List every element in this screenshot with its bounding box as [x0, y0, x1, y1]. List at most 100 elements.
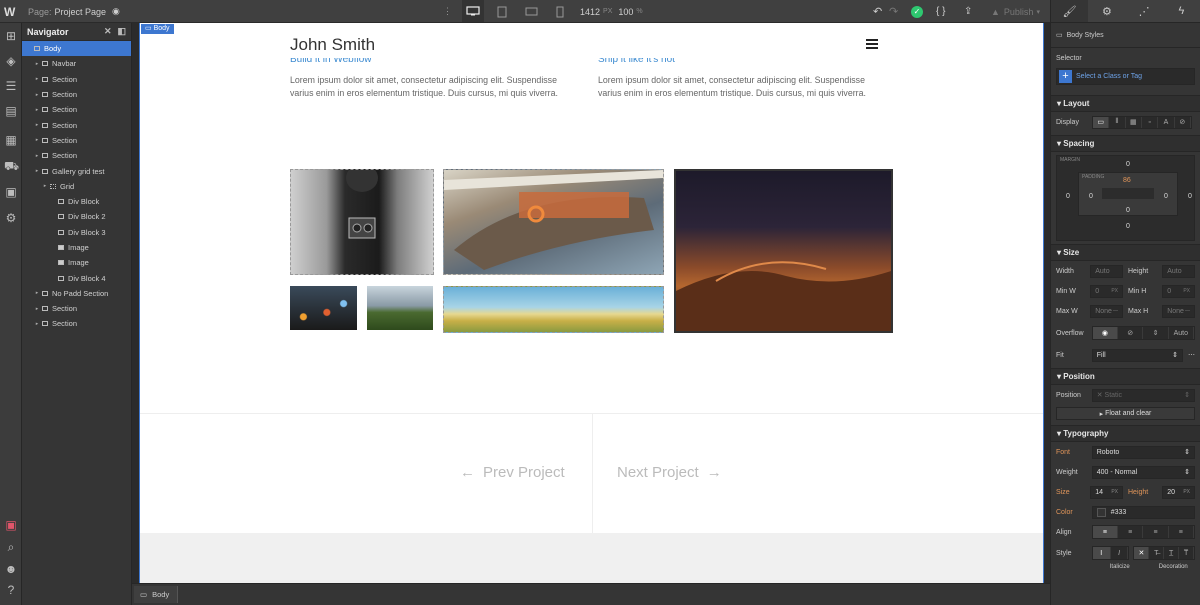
italic-segmented[interactable]: I I	[1091, 546, 1130, 560]
decoration-segmented[interactable]: ✕ T̶ T̲ T̅	[1133, 546, 1196, 560]
layout-section-header[interactable]: ▾ Layout	[1051, 95, 1200, 112]
color-swatch[interactable]	[1096, 507, 1106, 517]
undo-icon[interactable]: ↶	[873, 0, 882, 23]
display-inline-block-icon[interactable]: ▫	[1142, 116, 1159, 128]
size-section-header[interactable]: ▾ Size	[1051, 244, 1200, 261]
navigator-item[interactable]: ▸ No Padd Section	[22, 286, 131, 301]
expand-caret-icon[interactable]: ▸	[42, 183, 48, 189]
margin-bottom[interactable]: 0	[1126, 223, 1130, 230]
gallery-image-bokeh[interactable]	[290, 286, 357, 330]
prev-project-link[interactable]: ← Prev Project	[460, 464, 565, 481]
position-section-header[interactable]: ▾ Position	[1051, 368, 1200, 385]
hamburger-menu-icon[interactable]	[866, 39, 878, 49]
navigator-item[interactable]: ▸ Section	[22, 301, 131, 316]
maxw-input[interactable]: None —	[1090, 304, 1123, 318]
selector-input[interactable]: + Select a Class or Tag	[1056, 68, 1195, 85]
pin-icon[interactable]: ✕	[104, 26, 112, 37]
users-icon[interactable]: ☻	[4, 562, 18, 576]
navigator-item[interactable]: Body	[22, 41, 131, 57]
publish-button[interactable]: ▲ Publish ▾	[991, 0, 1040, 23]
interactions-tab-icon[interactable]: ⋰	[1126, 0, 1163, 22]
overflow-hidden-icon[interactable]: ⊘	[1118, 327, 1144, 339]
navigator-item[interactable]: Div Block 3	[22, 225, 131, 240]
spacing-section-header[interactable]: ▾ Spacing	[1051, 135, 1200, 152]
align-justify-icon[interactable]: ≡	[1169, 526, 1194, 538]
overflow-auto[interactable]: Auto	[1169, 327, 1194, 339]
record-icon[interactable]: ▣	[4, 518, 18, 532]
overflow-visible-icon[interactable]: ◉	[1092, 327, 1119, 339]
expand-caret-icon[interactable]: ▸	[34, 306, 40, 312]
symbols-icon[interactable]: ◈	[4, 54, 18, 68]
align-left-icon[interactable]: ≡	[1092, 526, 1119, 538]
margin-top[interactable]: 0	[1126, 161, 1130, 168]
element-settings-tab-icon[interactable]: ⚙	[1088, 0, 1125, 22]
navigator-item[interactable]: Image	[22, 240, 131, 255]
navigator-item[interactable]: ▸ Section	[22, 87, 131, 102]
navigator-item[interactable]: ▸ Gallery grid test	[22, 163, 131, 178]
ecommerce-icon[interactable]: ⛟	[4, 159, 19, 173]
navigator-item[interactable]: ▸ Navbar	[22, 56, 131, 71]
navigator-item[interactable]: ▸ Section	[22, 133, 131, 148]
height-input[interactable]: Auto	[1162, 264, 1195, 278]
expand-caret-icon[interactable]: ▸	[34, 168, 40, 174]
pages-icon[interactable]: ▤	[4, 104, 18, 118]
margin-left[interactable]: 0	[1066, 193, 1070, 200]
display-none-icon[interactable]: ⊘	[1175, 116, 1191, 128]
color-input[interactable]: #333	[1091, 505, 1195, 519]
gallery-image-desert[interactable]	[674, 169, 893, 333]
align-segmented[interactable]: ≡ ≡ ≡ ≡	[1091, 525, 1195, 539]
collapse-panel-icon[interactable]: ◧	[117, 26, 126, 37]
fit-select[interactable]: Fill ⇕	[1091, 348, 1183, 362]
overline-icon[interactable]: T̅	[1179, 547, 1195, 559]
overflow-segmented[interactable]: ◉ ⊘ ⇕ Auto	[1091, 326, 1195, 340]
strikethrough-icon[interactable]: T̶	[1149, 547, 1165, 559]
mobile-landscape-icon[interactable]	[525, 0, 538, 23]
align-right-icon[interactable]: ≡	[1143, 526, 1169, 538]
position-select[interactable]: ✕ Static ⇕	[1091, 388, 1195, 402]
mobile-portrait-icon[interactable]	[556, 0, 564, 23]
minh-input[interactable]: 0 PX	[1162, 284, 1195, 298]
navigator-item[interactable]: ▸ Grid	[22, 179, 131, 194]
padding-bottom[interactable]: 0	[1126, 207, 1130, 214]
navigator-item[interactable]: Div Block	[22, 194, 131, 209]
search-icon[interactable]: ⌕	[4, 540, 18, 554]
redo-icon[interactable]: ↷	[889, 0, 898, 23]
padding-left[interactable]: 0	[1089, 193, 1093, 200]
assets-icon[interactable]: ▣	[4, 185, 18, 199]
expand-caret-icon[interactable]: ▸	[34, 76, 40, 82]
weight-select[interactable]: 400 - Normal ⇕	[1091, 465, 1195, 479]
expand-caret-icon[interactable]: ▸	[34, 153, 40, 159]
add-panel-icon[interactable]: ⊞	[4, 29, 18, 43]
tablet-breakpoint-icon[interactable]	[497, 0, 507, 23]
display-flex-icon[interactable]: ⫴	[1109, 116, 1126, 128]
expand-caret-icon[interactable]: ▸	[34, 107, 40, 113]
brand-name[interactable]: John Smith	[290, 35, 375, 55]
expand-caret-icon[interactable]: ▸	[34, 321, 40, 327]
webflow-logo-icon[interactable]: W	[4, 0, 18, 23]
minw-input[interactable]: 0 PX	[1090, 284, 1123, 298]
navigator-item[interactable]: Div Block 2	[22, 209, 131, 224]
next-project-link[interactable]: Next Project →	[617, 464, 722, 481]
page-selector[interactable]: Page: Project Page	[28, 0, 106, 23]
navigator-icon[interactable]: ☰	[4, 79, 18, 93]
overflow-scroll-icon[interactable]: ⇕	[1143, 327, 1169, 339]
more-dots-icon[interactable]: ⋮	[443, 0, 452, 23]
navigator-item[interactable]: ▸ Section	[22, 72, 131, 87]
display-segmented[interactable]: ▭ ⫴ ▦ ▫ A ⊘	[1092, 115, 1192, 129]
display-block-icon[interactable]: ▭	[1093, 116, 1110, 128]
gallery-image-lake[interactable]	[367, 286, 433, 330]
line-height-input[interactable]: 20 PX	[1162, 485, 1195, 499]
italic-style-icon[interactable]: I	[1111, 547, 1129, 559]
gallery-image-boat[interactable]	[443, 169, 664, 275]
lightning-tab-icon[interactable]: ϟ	[1163, 0, 1200, 22]
navigator-item[interactable]: Div Block 4	[22, 270, 131, 285]
typography-section-header[interactable]: ▾ Typography	[1051, 425, 1200, 442]
code-icon[interactable]: { }	[936, 0, 945, 23]
maxh-input[interactable]: None —	[1162, 304, 1195, 318]
expand-caret-icon[interactable]: ▸	[34, 290, 40, 296]
margin-right[interactable]: 0	[1188, 193, 1192, 200]
settings-gear-icon[interactable]: ⚙	[4, 211, 18, 225]
width-input[interactable]: Auto	[1090, 264, 1123, 278]
expand-caret-icon[interactable]: ▸	[34, 92, 40, 98]
eye-icon[interactable]: ◉	[112, 0, 120, 23]
